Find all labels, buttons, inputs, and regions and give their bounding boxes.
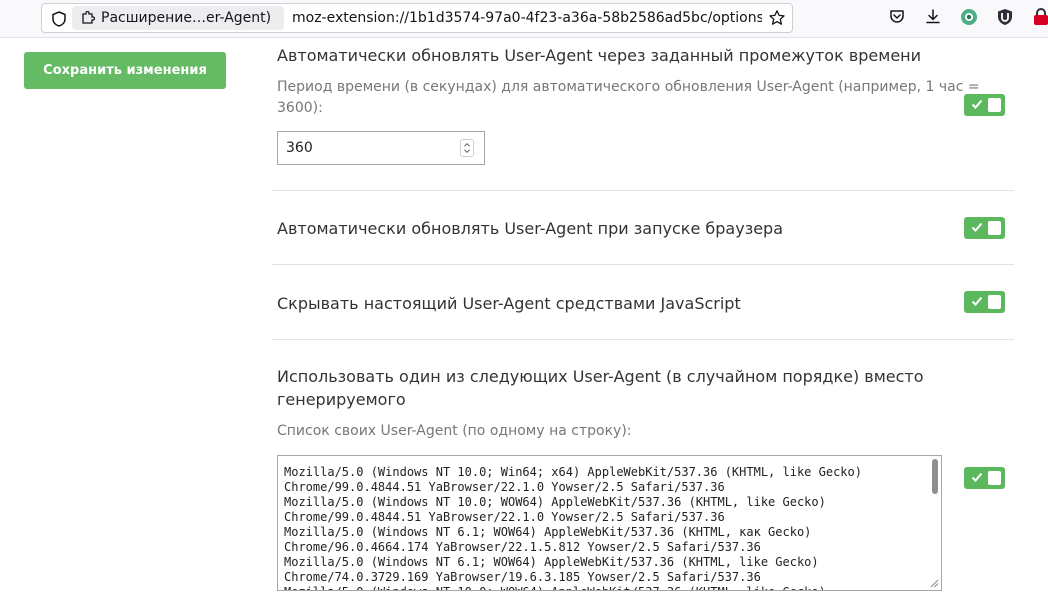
ua-line: Chrome/99.0.4844.51 YaBrowser/22.1.0 Yow… [284, 480, 725, 494]
hide-real-ua-title: Скрывать настоящий User-Agent средствами… [277, 294, 741, 313]
auto-update-interval-toggle[interactable] [964, 94, 1005, 116]
url-text[interactable]: moz-extension://1b1d3574-97a0-4f23-a36a-… [292, 4, 762, 32]
lock-extension-icon[interactable] [1032, 8, 1048, 26]
checkmark-icon [971, 472, 983, 482]
tracking-protection-shield-icon[interactable] [50, 10, 68, 28]
divider [272, 190, 1014, 191]
ua-line: Mozilla/5.0 (Windows NT 10.0; Win64; x64… [284, 465, 862, 479]
ua-line: Mozilla/5.0 (Windows NT 6.1; WOW64) Appl… [284, 525, 812, 539]
ua-line: Chrome/96.0.4664.174 YaBrowser/22.1.5.81… [284, 540, 761, 554]
ua-line: Chrome/99.0.4844.51 YaBrowser/22.1.0 Yow… [284, 510, 725, 524]
bookmark-star-icon[interactable] [768, 9, 786, 27]
url-bar[interactable]: Расширение…er-Agent) moz-extension://1b1… [41, 3, 793, 33]
auto-update-interval-title: Автоматически обновлять User-Agent через… [277, 46, 922, 65]
custom-list-hint: Список своих User-Agent (по одному на ст… [277, 423, 632, 439]
toggle-knob [988, 295, 1001, 309]
divider [272, 339, 1014, 340]
checkmark-icon [971, 99, 983, 109]
resize-grip-icon[interactable] [929, 578, 939, 588]
update-interval-value: 360 [286, 140, 313, 156]
hide-real-ua-toggle[interactable] [964, 291, 1005, 313]
toggle-knob [988, 221, 1001, 235]
ua-line: Chrome/74.0.3729.169 YaBrowser/19.6.3.18… [284, 570, 761, 584]
browser-toolbar: Расширение…er-Agent) moz-extension://1b1… [0, 0, 1048, 38]
divider [272, 264, 1014, 265]
auto-update-startup-toggle[interactable] [964, 217, 1005, 239]
extension-identity-chip[interactable]: Расширение…er-Agent) [72, 6, 284, 30]
auto-update-interval-hint-cont: 3600): [277, 100, 323, 116]
auto-update-startup-title: Автоматически обновлять User-Agent при з… [277, 219, 783, 238]
scrollbar-thumb[interactable] [932, 459, 938, 494]
auto-update-interval-hint: Период времени (в секундах) для автомати… [277, 79, 980, 95]
toggle-knob [988, 471, 1001, 485]
save-changes-button[interactable]: Сохранить изменения [24, 52, 226, 89]
ua-line: Mozilla/5.0 (Windows NT 6.1; WOW64) Appl… [284, 555, 819, 569]
update-interval-input[interactable]: 360 [277, 131, 485, 165]
ua-line: Mozilla/5.0 (Windows NT 10.0; WOW64) App… [284, 495, 826, 509]
number-spinner-icon[interactable] [460, 139, 474, 157]
custom-list-title-cont: генерируемого [277, 390, 406, 409]
custom-list-toggle[interactable] [964, 467, 1005, 489]
ua-line: Mozilla/5.0 (Windows NT 10.0; WOW64) App… [284, 585, 862, 590]
checkmark-icon [971, 296, 983, 306]
ua-lines: Mozilla/5.0 (Windows NT 10.0; Win64; x64… [284, 465, 862, 590]
custom-ua-textarea[interactable]: Mozilla/5.0 (Windows NT 10.0; Win64; x64… [277, 455, 942, 591]
extension-name: Расширение…er-Agent) [101, 10, 272, 26]
custom-list-title: Использовать один из следующих User-Agen… [277, 367, 924, 386]
checkmark-icon [971, 222, 983, 232]
downloads-icon[interactable] [924, 8, 942, 26]
pocket-icon[interactable] [888, 8, 906, 26]
puzzle-icon [82, 11, 95, 24]
ublock-origin-icon[interactable] [996, 8, 1014, 26]
toggle-knob [988, 98, 1001, 112]
extension-globe-icon[interactable] [960, 8, 978, 26]
